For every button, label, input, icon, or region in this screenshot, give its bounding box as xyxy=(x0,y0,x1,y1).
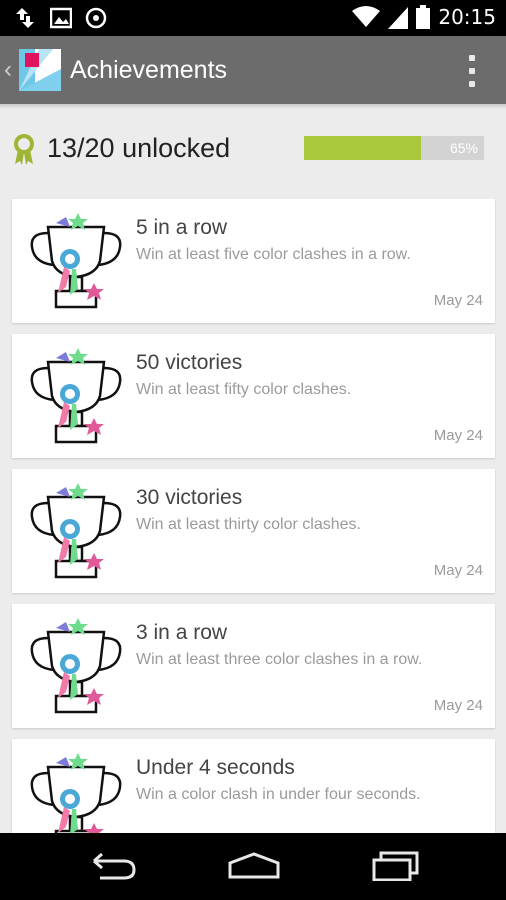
trophy-icon xyxy=(30,753,122,833)
back-nav-icon[interactable] xyxy=(88,851,138,881)
achievement-description: Win a color clash in under four seconds. xyxy=(136,786,421,803)
achievement-list[interactable]: 5 in a row Win at least five color clashe… xyxy=(0,197,506,833)
navigation-bar xyxy=(0,833,506,900)
achievement-card[interactable]: 5 in a row Win at least five color clashe… xyxy=(12,199,495,323)
achievement-title: 50 victories xyxy=(136,351,243,374)
trophy-icon xyxy=(30,618,122,714)
achievement-description: Win at least five color clashes in a row… xyxy=(136,246,411,263)
app-logo[interactable] xyxy=(19,49,61,91)
achievement-card[interactable]: 50 victories Win at least fifty color cla… xyxy=(12,334,495,458)
image-icon xyxy=(50,7,72,29)
status-bar: 20:15 xyxy=(0,0,506,36)
achievement-date: May 24 xyxy=(433,292,483,309)
achievement-title: Under 4 seconds xyxy=(136,756,295,779)
achievement-date: May 24 xyxy=(433,697,483,714)
achievement-card[interactable]: Under 4 seconds Win a color clash in unde… xyxy=(12,739,495,833)
achievement-date: May 24 xyxy=(433,562,483,579)
progress-percent: 65% xyxy=(449,140,478,156)
system-icons: 20:15 xyxy=(352,5,496,29)
achievement-description: Win at least three color clashes in a ro… xyxy=(136,651,423,668)
recents-nav-icon[interactable] xyxy=(371,851,421,881)
unlocked-count: 13/20 unlocked xyxy=(47,133,231,163)
notification-icons xyxy=(14,6,108,30)
achievement-title: 30 victories xyxy=(136,486,243,509)
action-bar-shadow xyxy=(0,104,506,109)
action-bar: ‹ Achievements xyxy=(0,36,506,104)
progress-bar-fill xyxy=(304,136,421,160)
achievement-card[interactable]: 3 in a row Win at least three color clash… xyxy=(12,604,495,728)
battery-icon xyxy=(416,5,431,29)
wifi-icon xyxy=(352,6,381,27)
sync-icon xyxy=(85,7,107,29)
trophy-icon xyxy=(30,213,122,309)
award-ribbon-icon xyxy=(14,134,34,165)
mobile-data-icon xyxy=(16,8,34,28)
achievement-date: May 24 xyxy=(433,427,483,444)
trophy-icon xyxy=(30,348,122,444)
progress-bar: 65% xyxy=(304,136,484,160)
clock: 20:15 xyxy=(438,5,496,29)
signal-icon xyxy=(388,7,409,29)
trophy-icon xyxy=(30,483,122,579)
page-title: Achievements xyxy=(70,56,228,84)
achievement-description: Win at least fifty color clashes. xyxy=(136,381,352,398)
achievement-title: 5 in a row xyxy=(136,216,228,239)
home-nav-icon[interactable] xyxy=(227,851,281,881)
achievement-description: Win at least thirty color clashes. xyxy=(136,516,361,533)
progress-header: 13/20 unlocked 65% xyxy=(0,120,506,180)
achievement-title: 3 in a row xyxy=(136,621,228,644)
back-icon[interactable]: ‹ xyxy=(4,56,12,84)
achievement-card[interactable]: 30 victories Win at least thirty color cl… xyxy=(12,469,495,593)
overflow-menu-icon[interactable] xyxy=(468,55,476,87)
